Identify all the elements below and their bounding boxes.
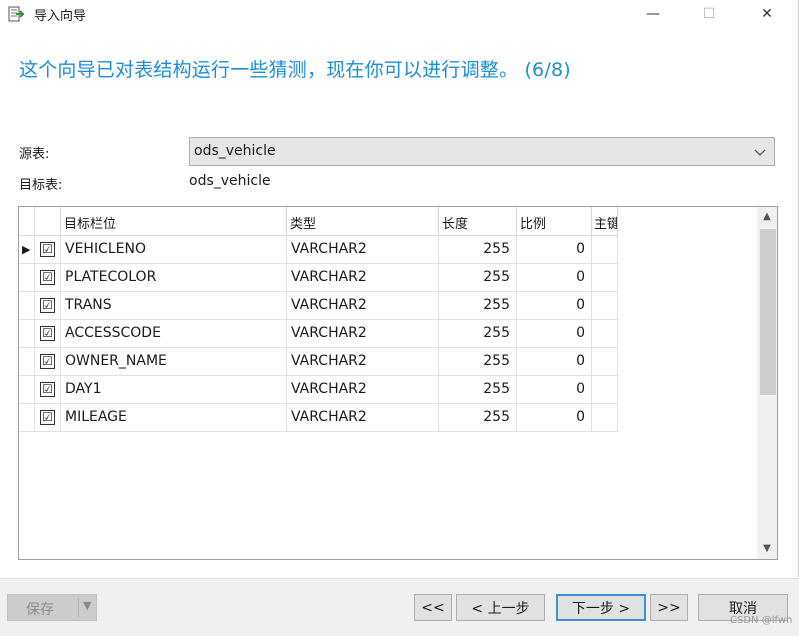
scale-cell[interactable]: 0 — [517, 320, 592, 348]
scale-cell[interactable]: 0 — [517, 376, 592, 404]
length-cell[interactable]: 255 — [439, 236, 517, 264]
row-indicator-icon — [19, 404, 35, 432]
vertical-scrollbar[interactable]: ▲ ▼ — [757, 207, 777, 559]
header-target-field[interactable]: 目标栏位 — [61, 207, 287, 236]
header-primary-key[interactable]: 主键 — [592, 207, 618, 236]
row-checkbox-cell: ☑ — [35, 348, 61, 376]
field-name-cell[interactable]: TRANS — [61, 292, 287, 320]
field-name-cell[interactable]: ACCESSCODE — [61, 320, 287, 348]
save-button[interactable]: 保存 ▼ — [7, 594, 97, 621]
close-button[interactable]: ✕ — [744, 0, 790, 28]
row-checkbox[interactable]: ☑ — [40, 354, 55, 369]
type-cell[interactable]: VARCHAR2 — [287, 404, 439, 432]
table-row[interactable]: ☑ MILEAGE VARCHAR2 255 0 — [19, 404, 618, 432]
table-row[interactable]: ☑ TRANS VARCHAR2 255 0 — [19, 292, 618, 320]
scale-cell[interactable]: 0 — [517, 292, 592, 320]
table-row[interactable]: ☑ PLATECOLOR VARCHAR2 255 0 — [19, 264, 618, 292]
row-indicator-icon: ▶ — [19, 236, 35, 264]
row-indicator-icon — [19, 292, 35, 320]
row-checkbox[interactable]: ☑ — [40, 270, 55, 285]
length-cell[interactable]: 255 — [439, 404, 517, 432]
row-indicator-icon — [19, 376, 35, 404]
type-cell[interactable]: VARCHAR2 — [287, 264, 439, 292]
row-checkbox-cell: ☑ — [35, 292, 61, 320]
header-length[interactable]: 长度 — [439, 207, 517, 236]
source-table-select[interactable]: ods_vehicle — [189, 137, 775, 166]
length-cell[interactable]: 255 — [439, 348, 517, 376]
row-checkbox[interactable]: ☑ — [40, 298, 55, 313]
primary-key-cell[interactable] — [592, 264, 618, 292]
wizard-footer: 保存 ▼ << < 上一步 下一步 > >> 取消 — [0, 578, 799, 636]
row-checkbox-cell: ☑ — [35, 236, 61, 264]
minimize-button[interactable]: — — [630, 0, 676, 28]
type-cell[interactable]: VARCHAR2 — [287, 348, 439, 376]
row-checkbox[interactable]: ☑ — [40, 382, 55, 397]
first-step-button[interactable]: << — [414, 594, 452, 621]
import-wizard-icon — [8, 6, 24, 22]
length-cell[interactable]: 255 — [439, 376, 517, 404]
scale-cell[interactable]: 0 — [517, 404, 592, 432]
type-cell[interactable]: VARCHAR2 — [287, 292, 439, 320]
field-name-cell[interactable]: OWNER_NAME — [61, 348, 287, 376]
source-table-value: ods_vehicle — [194, 143, 276, 159]
last-step-button[interactable]: >> — [650, 594, 688, 621]
header-scale[interactable]: 比例 — [517, 207, 592, 236]
header-checkbox-cell — [35, 207, 61, 236]
header-type[interactable]: 类型 — [287, 207, 439, 236]
target-table-label: 目标表: — [19, 178, 63, 193]
scale-cell[interactable]: 0 — [517, 348, 592, 376]
table-row[interactable]: ▶ ☑ VEHICLENO VARCHAR2 255 0 — [19, 236, 618, 264]
scrollbar-thumb[interactable] — [760, 229, 776, 395]
field-name-cell[interactable]: PLATECOLOR — [61, 264, 287, 292]
type-cell[interactable]: VARCHAR2 — [287, 320, 439, 348]
field-mapping-grid: 目标栏位 类型 长度 比例 主键 ▶ ☑ VEHICLENO VARCHAR2 … — [18, 206, 778, 560]
length-cell[interactable]: 255 — [439, 292, 517, 320]
row-indicator-icon — [19, 348, 35, 376]
header-indicator-cell — [19, 207, 35, 236]
table-row[interactable]: ☑ DAY1 VARCHAR2 255 0 — [19, 376, 618, 404]
row-indicator-icon — [19, 320, 35, 348]
watermark-text: CSDN @lfwh — [730, 615, 793, 626]
wizard-heading: 这个向导已对表结构运行一些猜测，现在你可以进行调整。 (6/8) — [19, 59, 571, 81]
split-divider — [78, 598, 79, 617]
previous-step-button[interactable]: < 上一步 — [456, 594, 545, 621]
row-checkbox-cell: ☑ — [35, 404, 61, 432]
primary-key-cell[interactable] — [592, 404, 618, 432]
field-name-cell[interactable]: MILEAGE — [61, 404, 287, 432]
title-bar: 导入向导 — ☐ ✕ — [0, 0, 799, 28]
row-checkbox[interactable]: ☑ — [40, 326, 55, 341]
field-name-cell[interactable]: DAY1 — [61, 376, 287, 404]
primary-key-cell[interactable] — [592, 320, 618, 348]
length-cell[interactable]: 255 — [439, 264, 517, 292]
row-indicator-icon — [19, 264, 35, 292]
scroll-down-arrow-icon[interactable]: ▼ — [757, 539, 777, 559]
primary-key-cell[interactable] — [592, 236, 618, 264]
row-checkbox[interactable]: ☑ — [40, 410, 55, 425]
chevron-down-icon — [754, 149, 766, 156]
row-checkbox-cell: ☑ — [35, 376, 61, 404]
table-row[interactable]: ☑ ACCESSCODE VARCHAR2 255 0 — [19, 320, 618, 348]
dropdown-arrow-icon[interactable]: ▼ — [83, 599, 91, 612]
source-table-label: 源表: — [19, 147, 50, 162]
primary-key-cell[interactable] — [592, 376, 618, 404]
row-checkbox[interactable]: ☑ — [40, 242, 55, 257]
next-step-button[interactable]: 下一步 > — [556, 594, 646, 621]
scale-cell[interactable]: 0 — [517, 236, 592, 264]
primary-key-cell[interactable] — [592, 348, 618, 376]
scale-cell[interactable]: 0 — [517, 264, 592, 292]
primary-key-cell[interactable] — [592, 292, 618, 320]
field-name-cell[interactable]: VEHICLENO — [61, 236, 287, 264]
row-checkbox-cell: ☑ — [35, 264, 61, 292]
table-row[interactable]: ☑ OWNER_NAME VARCHAR2 255 0 — [19, 348, 618, 376]
save-button-label: 保存 — [26, 602, 54, 618]
target-table-value: ods_vehicle — [189, 173, 271, 189]
type-cell[interactable]: VARCHAR2 — [287, 236, 439, 264]
type-cell[interactable]: VARCHAR2 — [287, 376, 439, 404]
length-cell[interactable]: 255 — [439, 320, 517, 348]
import-wizard-window: 导入向导 — ☐ ✕ 这个向导已对表结构运行一些猜测，现在你可以进行调整。 (6… — [0, 0, 799, 636]
row-checkbox-cell: ☑ — [35, 320, 61, 348]
scroll-up-arrow-icon[interactable]: ▲ — [757, 207, 777, 227]
maximize-button[interactable]: ☐ — [686, 0, 732, 28]
window-title: 导入向导 — [34, 9, 87, 24]
